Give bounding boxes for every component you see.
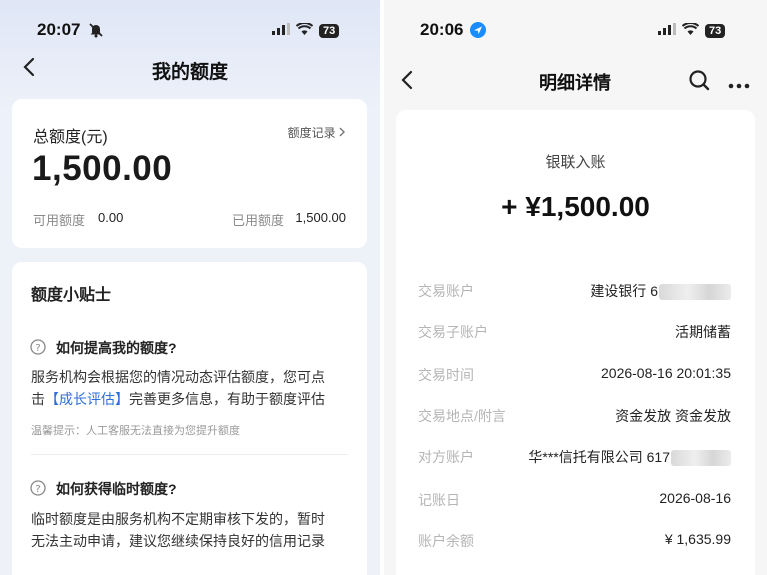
quota-record-label: 额度记录: [287, 126, 336, 140]
detail-row-counterparty: 对方账户 华***信托有限公司 617: [418, 447, 731, 467]
divider: [31, 454, 348, 455]
mute-bell-icon: [88, 22, 104, 43]
back-button[interactable]: [22, 57, 36, 82]
tip1-line2: 击【成长评估】完善更多信息，有助于额度评估: [31, 389, 325, 409]
masked-account-number: [671, 450, 731, 467]
detail-label: 交易时间: [418, 367, 474, 383]
status-time: 20:06: [420, 20, 464, 39]
used-quota-value: 1,500.00: [295, 210, 346, 225]
more-options-icon[interactable]: [728, 76, 750, 94]
page-title: 明细详情: [539, 73, 611, 93]
detail-label: 账户余额: [418, 533, 474, 549]
status-icons: 73: [658, 22, 726, 40]
chevron-right-icon: [339, 126, 345, 140]
wifi-icon: [681, 22, 700, 40]
transaction-detail-card: 银联入账 + ¥1,500.00 交易账户 建设银行 6 交易子账户 活期储蓄 …: [396, 110, 755, 575]
tip1-line1: 服务机构会根据您的情况动态评估额度，您可点: [31, 369, 325, 385]
detail-label: 对方账户: [418, 449, 474, 465]
detail-value: 建设银行 6: [590, 281, 731, 301]
battery-indicator: 73: [319, 24, 340, 38]
transaction-amount: + ¥1,500.00: [501, 191, 650, 222]
detail-row-account: 交易账户 建设银行 6: [418, 281, 731, 301]
tip2-question: 如何获得临时额度?: [56, 481, 177, 497]
detail-value: 华***信托有限公司 617: [528, 447, 731, 467]
detail-label: 交易地点/附言: [418, 408, 506, 424]
used-quota-label: 已用额度: [232, 213, 285, 228]
back-button[interactable]: [400, 70, 414, 95]
status-time: 20:07: [37, 20, 81, 39]
masked-account-number: [659, 284, 731, 301]
tip1-question: 如何提高我的额度?: [56, 340, 177, 356]
svg-text:?: ?: [35, 343, 40, 354]
wifi-icon: [295, 22, 314, 40]
quota-record-link[interactable]: 额度记录: [288, 124, 345, 141]
detail-row-time: 交易时间 2026-08-16 20:01:35: [418, 365, 731, 385]
svg-text:?: ?: [35, 484, 40, 495]
quota-card: 总额度(元) 额度记录 1,500.00 可用额度 0.00 已用额度 1,50…: [12, 99, 367, 248]
status-icons: 73: [272, 22, 340, 40]
total-quota-label: 总额度(元): [33, 129, 108, 146]
page-title: 我的额度: [152, 62, 229, 83]
detail-label: 交易子账户: [418, 324, 488, 340]
question-circle-icon: ?: [30, 480, 46, 501]
tip1-line2-prefix: 击: [31, 391, 45, 407]
detail-row-balance: 账户余额 ¥ 1,635.99: [418, 531, 731, 551]
tip2-line1: 临时额度是由服务机构不定期审核下发的，暂时: [31, 511, 325, 527]
detail-row-posting-date: 记账日 2026-08-16: [418, 490, 731, 510]
detail-value: 2026-08-16 20:01:35: [601, 365, 731, 381]
available-quota-label: 可用额度: [33, 213, 86, 228]
detail-value: 活期储蓄: [675, 324, 731, 340]
detail-label: 记账日: [418, 492, 460, 508]
detail-value: ¥ 1,635.99: [664, 531, 731, 547]
tip1-line2-suffix: 完善更多信息，有助于额度评估: [129, 391, 325, 407]
detail-row-sub-account: 交易子账户 活期储蓄: [418, 322, 731, 342]
location-arrow-icon: [470, 22, 486, 43]
available-quota-value: 0.00: [98, 210, 124, 225]
battery-indicator: 73: [705, 24, 726, 38]
question-circle-icon: ?: [30, 339, 46, 360]
detail-value: 2026-08-16: [659, 490, 731, 506]
detail-row-location: 交易地点/附言 资金发放 资金发放: [418, 406, 731, 426]
tip1-note: 温馨提示：人工客服无法直接为您提升额度: [31, 425, 240, 437]
transaction-type: 银联入账: [545, 154, 606, 171]
total-quota-amount: 1,500.00: [32, 149, 173, 188]
growth-assessment-link[interactable]: 【成长评估】: [45, 391, 129, 407]
detail-label: 交易账户: [418, 283, 474, 299]
tip2-line2: 无法主动申请，建议您继续保持良好的信用记录: [31, 533, 325, 549]
quota-tips-card: 额度小贴士 ? 如何提高我的额度? 服务机构会根据您的情况动态评估额度，您可点 …: [12, 262, 367, 575]
signal-icon: [272, 22, 290, 40]
transaction-detail-screen: 20:06 73 明细详情 银联入账 + ¥1,500.00 交易账户 建设银行…: [384, 0, 767, 575]
quota-screen: 20:07 73 我的额度 总额度(元) 额度记录 1,500.00 可用额度 …: [0, 0, 380, 575]
signal-icon: [658, 22, 676, 40]
tips-title: 额度小贴士: [31, 287, 112, 304]
detail-value: 资金发放 资金发放: [615, 408, 731, 424]
search-icon[interactable]: [688, 69, 710, 96]
